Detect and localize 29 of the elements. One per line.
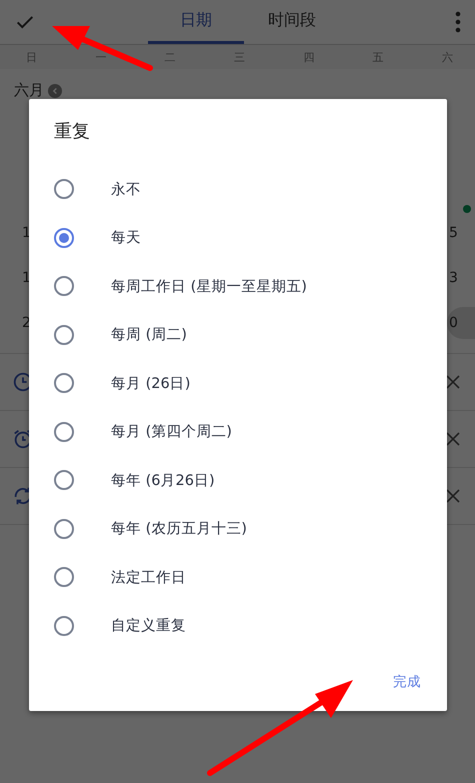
option-label[interactable]: 每月 (26日) [111,374,190,393]
radio-button[interactable] [54,179,74,200]
back-icon[interactable] [48,84,62,98]
option-label[interactable]: 永不 [111,180,141,199]
option-label[interactable]: 每周工作日 (星期一至星期五) [111,276,307,296]
radio-button[interactable] [54,228,74,248]
radio-button[interactable] [54,616,74,636]
option-label[interactable]: 每年 (6月26日) [111,470,215,490]
more-icon[interactable] [455,11,461,33]
radio-button[interactable] [54,518,74,539]
radio-button[interactable] [54,422,74,442]
month-label: 六月 [14,81,44,100]
option-label[interactable]: 自定义重复 [111,616,186,636]
option-label[interactable]: 每周 (周二) [111,325,187,344]
option-label[interactable]: 每年 (农历五月十三) [111,519,247,538]
radio-button[interactable] [54,567,74,588]
radio-button[interactable] [54,276,74,296]
done-button[interactable]: 完成 [391,669,423,695]
option-label[interactable]: 每月 (第四个周二) [111,422,232,442]
status-dot [463,205,471,213]
close-icon[interactable] [446,489,460,503]
dialog-title: 重复 [53,120,91,144]
radio-button[interactable] [54,470,74,490]
option-label[interactable]: 每天 [111,228,141,248]
radio-button[interactable] [54,324,74,345]
option-label[interactable]: 法定工作日 [111,568,186,587]
close-icon[interactable] [446,375,460,389]
radio-button[interactable] [54,373,74,394]
close-icon[interactable] [446,432,460,446]
